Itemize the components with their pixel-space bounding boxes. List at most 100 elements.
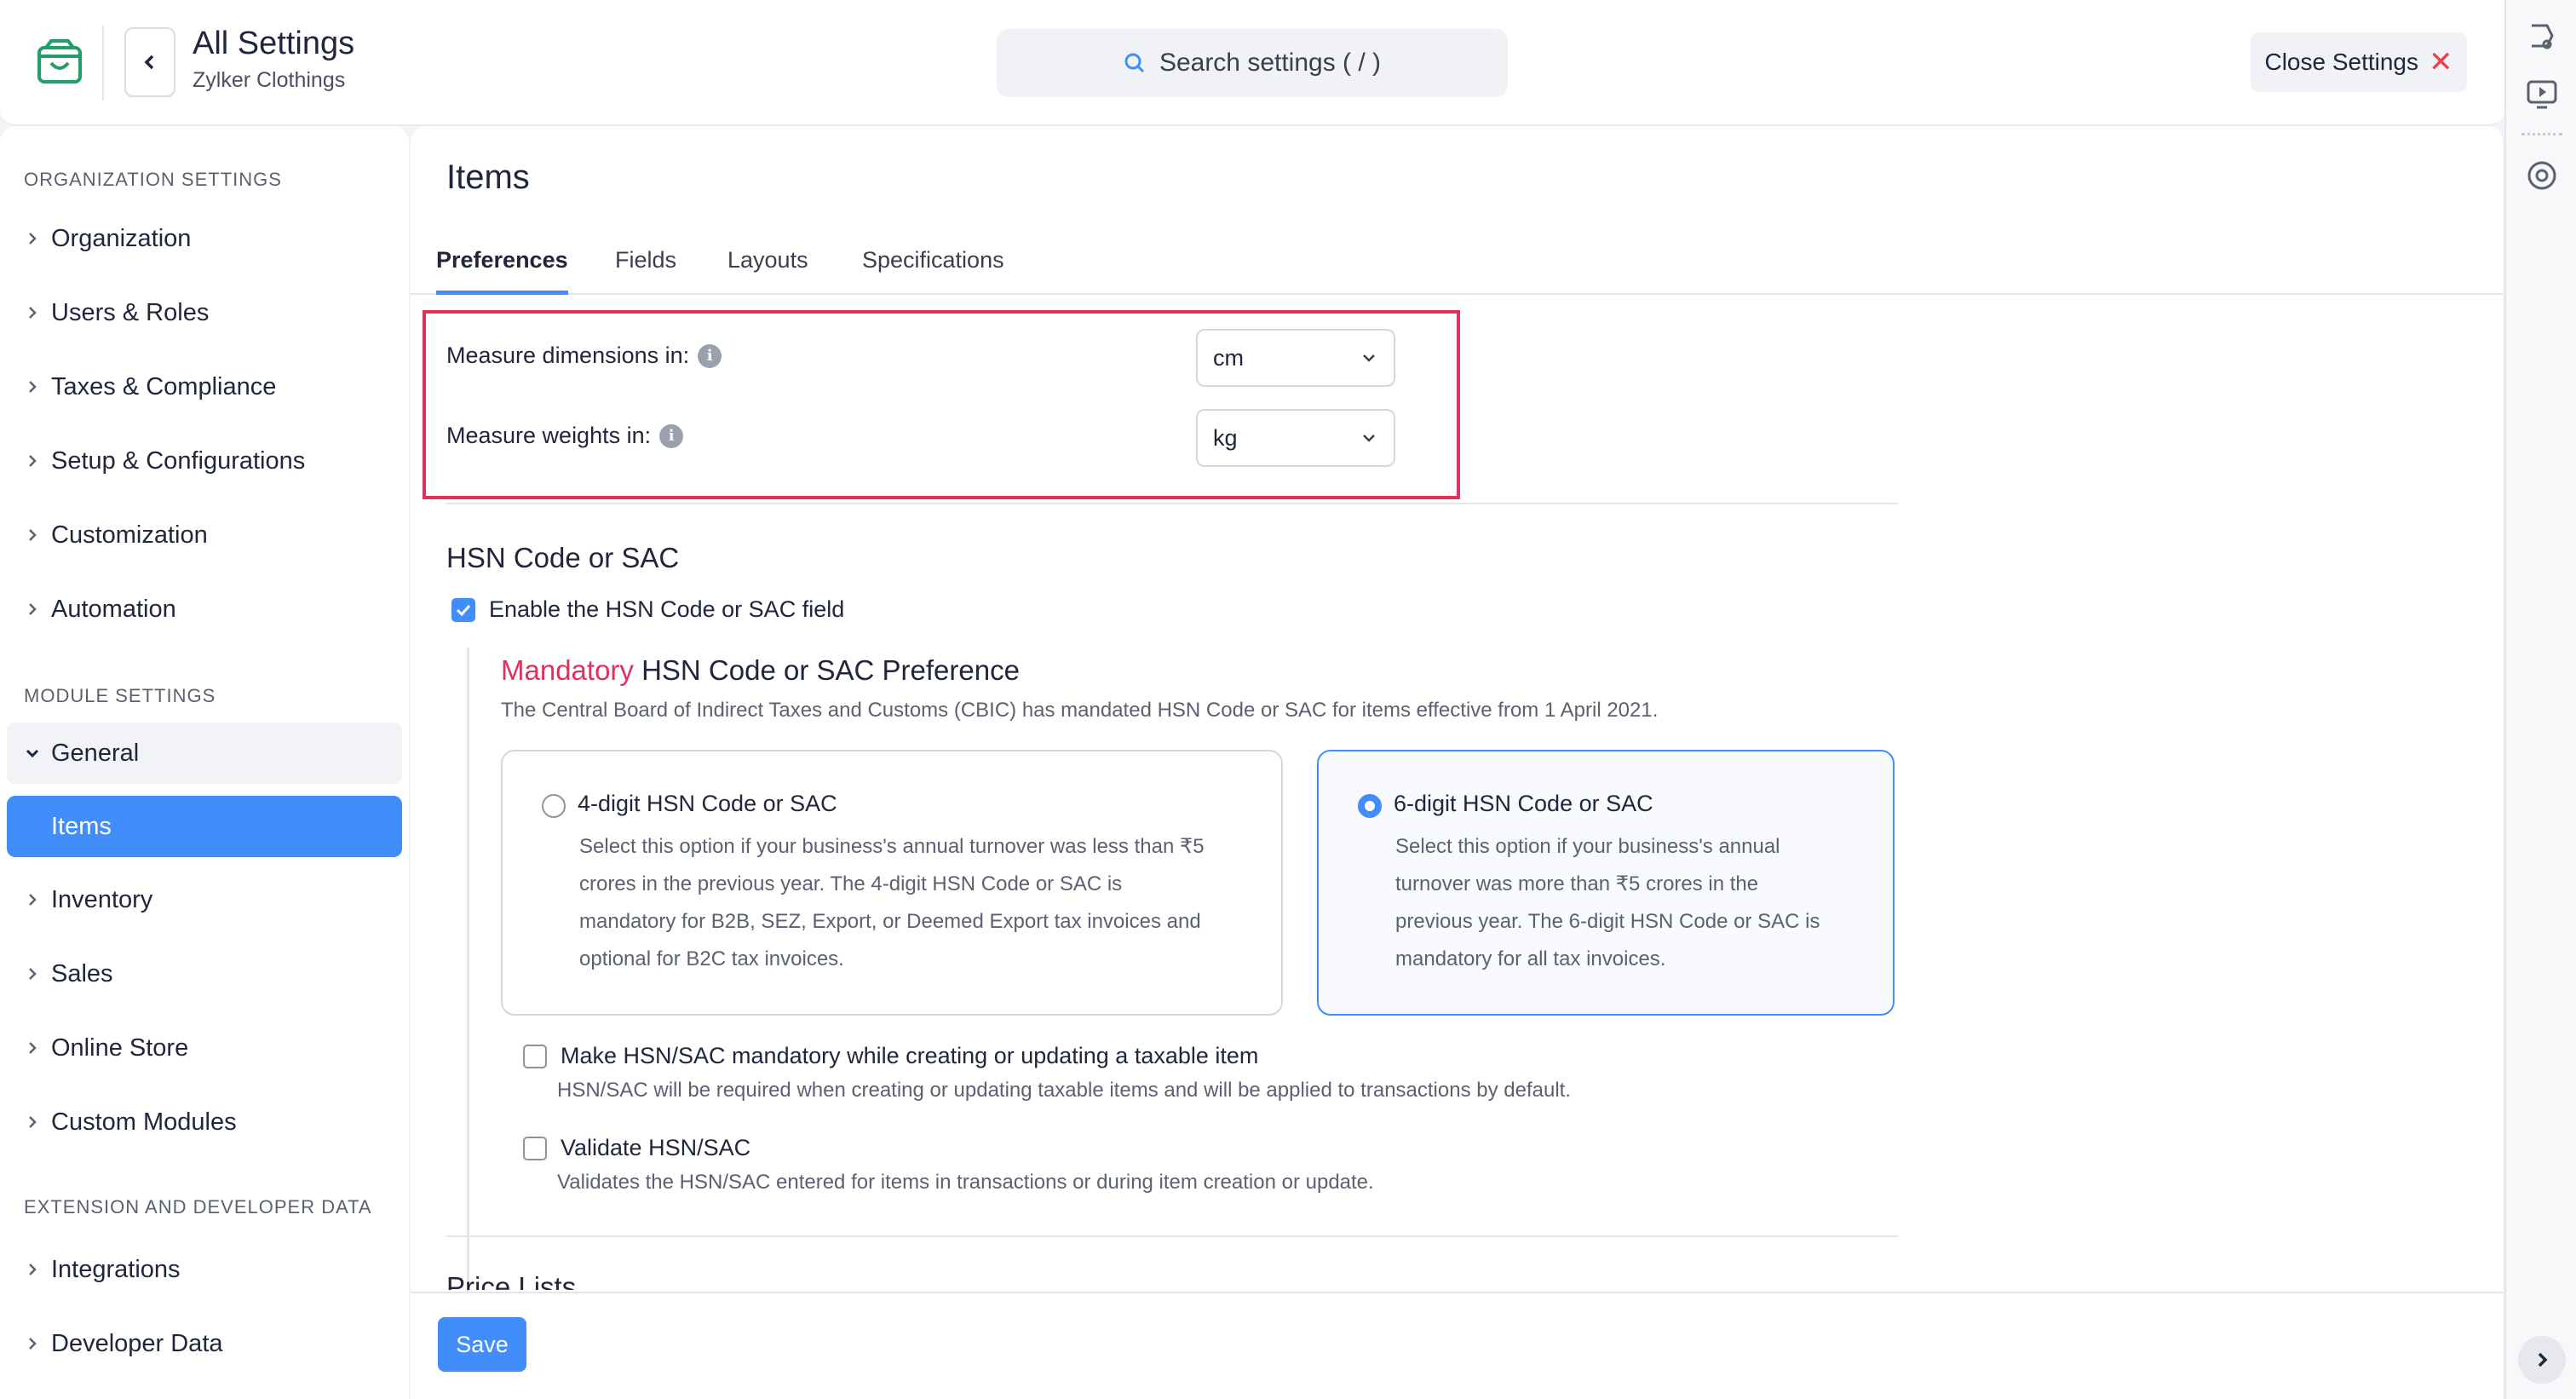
mandatory-hsn-label: Make HSN/SAC mandatory while creating or… [561, 1043, 1259, 1068]
description-line: mandatory for B2B, SEZ, Export, or Deeme… [579, 910, 1201, 933]
sidebar-item-label: Setup & Configurations [51, 446, 306, 475]
help-lifebuoy-icon[interactable] [2525, 158, 2559, 193]
sidebar-item-label: Automation [51, 595, 176, 623]
validate-hsn-description: Validates the HSN/SAC entered for items … [557, 1171, 1374, 1194]
dimensions-select[interactable]: cm [1196, 329, 1395, 387]
sidebar-item-integrations[interactable]: Integrations [7, 1239, 402, 1300]
description-line: mandatory for all tax invoices. [1395, 947, 1666, 970]
sidebar-item-sales[interactable]: Sales [7, 943, 402, 1005]
chevron-right-icon [29, 968, 37, 980]
enable-hsn-label: Enable the HSN Code or SAC field [489, 596, 845, 622]
weights-select[interactable]: kg [1196, 409, 1395, 467]
validate-hsn-checkbox-row[interactable]: Validate HSN/SAC [523, 1135, 750, 1161]
chevron-right-icon [2538, 1352, 2548, 1367]
sidebar-item-developer-data[interactable]: Developer Data [7, 1313, 402, 1374]
description-line: crores in the previous year. The 4-digit… [579, 872, 1123, 895]
back-button[interactable] [124, 27, 175, 97]
sidebar-item-inventory[interactable]: Inventory [7, 869, 402, 930]
shopping-bag-logo-icon [37, 39, 82, 83]
option-4-digit-radio[interactable] [542, 794, 566, 818]
chevron-right-icon [29, 455, 37, 467]
description-line: turnover was more than ₹5 crores in the [1395, 872, 1759, 895]
info-icon[interactable]: i [659, 423, 684, 448]
option-4-digit-title: 4-digit HSN Code or SAC [578, 791, 837, 816]
price-lists-heading: Price Lists [446, 1271, 577, 1290]
mandatory-preference-heading: Mandatory HSN Code or SAC Preference [501, 654, 1020, 687]
expand-rail-button[interactable] [2518, 1336, 2566, 1384]
dimensions-label: Measure dimensions in: i [446, 343, 722, 369]
chevron-right-icon [29, 1338, 37, 1350]
mandatory-hsn-description: HSN/SAC will be required when creating o… [557, 1079, 1571, 1102]
close-settings-button[interactable]: Close Settings ✕ [2251, 32, 2467, 92]
rail-divider [2521, 133, 2562, 135]
sidebar-item-label: Taxes & Compliance [51, 372, 277, 400]
chevron-right-icon [29, 233, 37, 245]
tab-specifications[interactable]: Specifications [862, 247, 1004, 295]
close-icon: ✕ [2429, 46, 2453, 78]
module-settings-heading: MODULE SETTINGS [24, 685, 216, 706]
mandatory-description: The Central Board of Indirect Taxes and … [501, 699, 1659, 722]
search-settings-input[interactable]: Search settings ( / ) [997, 29, 1508, 97]
search-placeholder: Search settings ( / ) [1159, 49, 1382, 77]
checkmark-icon [456, 604, 471, 616]
validate-hsn-checkbox[interactable] [523, 1136, 547, 1160]
chevron-down-icon [1363, 354, 1375, 362]
top-bar: All Settings Zylker Clothings Search set… [0, 0, 2504, 126]
video-tutorial-icon[interactable] [2525, 77, 2559, 111]
sidebar-item-customization[interactable]: Customization [7, 504, 402, 566]
description-line: previous year. The 6-digit HSN Code or S… [1395, 910, 1820, 933]
chevron-right-icon [29, 381, 37, 393]
sidebar-item-general[interactable]: General [7, 723, 402, 784]
option-6-digit-card[interactable]: 6-digit HSN Code or SAC Select this opti… [1317, 750, 1895, 1016]
option-4-digit-card[interactable]: 4-digit HSN Code or SAC Select this opti… [501, 750, 1283, 1016]
info-icon[interactable]: i [698, 343, 722, 368]
chevron-right-icon [29, 1116, 37, 1128]
page-title: Items [446, 158, 530, 196]
tab-fields[interactable]: Fields [615, 247, 676, 295]
mandatory-heading-text: HSN Code or SAC Preference [641, 654, 1020, 686]
mandatory-hsn-checkbox-row[interactable]: Make HSN/SAC mandatory while creating or… [523, 1043, 1258, 1069]
sidebar-item-setup-configurations[interactable]: Setup & Configurations [7, 430, 402, 492]
sidebar-item-items[interactable]: Items [7, 796, 402, 857]
sidebar-item-label: Custom Modules [51, 1108, 237, 1136]
validate-hsn-label: Validate HSN/SAC [561, 1135, 751, 1160]
organization-settings-heading: ORGANIZATION SETTINGS [24, 169, 282, 190]
tab-preferences[interactable]: Preferences [436, 247, 568, 295]
option-6-digit-description: Select this option if your business's an… [1395, 828, 1820, 978]
right-rail [2504, 0, 2576, 1399]
sidebar-item-label: Organization [51, 224, 192, 252]
announcement-icon[interactable] [2525, 19, 2559, 53]
indent-guide [467, 648, 469, 1338]
section-divider [446, 503, 1898, 504]
chevron-right-icon [29, 1264, 37, 1275]
enable-hsn-checkbox-row[interactable]: Enable the HSN Code or SAC field [451, 596, 844, 623]
sidebar-item-users-roles[interactable]: Users & Roles [7, 282, 402, 343]
mandatory-hsn-checkbox[interactable] [523, 1044, 547, 1068]
settings-title: All Settings [193, 26, 355, 61]
weights-value: kg [1213, 424, 1238, 451]
close-settings-label: Close Settings [2264, 49, 2419, 75]
sidebar-item-label: Online Store [51, 1033, 189, 1062]
weights-label: Measure weights in: i [446, 423, 684, 449]
sidebar-item-automation[interactable]: Automation [7, 579, 402, 640]
settings-sidebar: ORGANIZATION SETTINGS MODULE SETTINGS Ge… [0, 126, 409, 1399]
extension-developer-heading: EXTENSION AND DEVELOPER DATA [24, 1196, 372, 1218]
sidebar-item-label: Sales [51, 959, 113, 987]
description-line: Select this option if your business's an… [579, 835, 1205, 858]
tab-layouts[interactable]: Layouts [727, 247, 808, 295]
sidebar-item-custom-modules[interactable]: Custom Modules [7, 1091, 402, 1153]
sidebar-item-organization[interactable]: Organization [7, 208, 402, 269]
sidebar-item-taxes-compliance[interactable]: Taxes & Compliance [7, 356, 402, 417]
sidebar-item-online-store[interactable]: Online Store [7, 1017, 402, 1079]
chevron-right-icon [29, 894, 37, 906]
chevron-left-icon [144, 55, 154, 70]
main-content: Items Preferences Fields Layouts Specifi… [411, 126, 2503, 1399]
enable-hsn-checkbox[interactable] [451, 597, 475, 622]
sidebar-item-label: Inventory [51, 885, 153, 913]
weights-label-text: Measure weights in: [446, 423, 652, 448]
dimensions-value: cm [1213, 344, 1244, 371]
chevron-right-icon [29, 529, 37, 541]
option-6-digit-radio[interactable] [1358, 794, 1382, 818]
save-button[interactable]: Save [438, 1317, 526, 1372]
chevron-right-icon [29, 307, 37, 319]
